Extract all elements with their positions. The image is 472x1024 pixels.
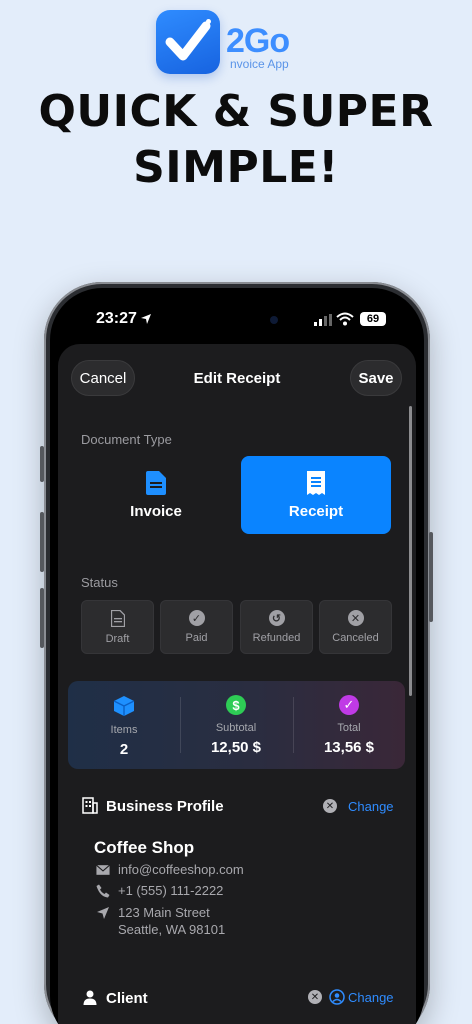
save-button[interactable]: Save <box>350 360 402 396</box>
clear-business-icon[interactable]: ✕ <box>323 799 337 813</box>
status-refunded[interactable]: ↺ Refunded <box>240 600 313 654</box>
business-profile-title: Business Profile <box>106 798 224 815</box>
subtotal-label: Subtotal <box>215 722 257 734</box>
status-draft[interactable]: Draft <box>81 600 154 654</box>
status-refunded-label: Refunded <box>252 632 301 644</box>
receipt-option-label: Receipt <box>288 502 344 520</box>
items-label: Items <box>110 724 138 736</box>
business-phone: +1 (555) 111-2222 <box>118 883 224 898</box>
phone-screen: 23:27 69 Cancel Edit Receipt Save Docume… <box>50 288 424 1024</box>
status-draft-label: Draft <box>105 632 130 645</box>
app-logo: 2Go nvoice App <box>156 10 326 76</box>
receipt-icon <box>307 470 325 495</box>
dollar-icon: $ <box>226 695 246 715</box>
headline-line-2: SIMPLE! <box>133 142 339 193</box>
logo-subtitle: nvoice App <box>230 57 289 71</box>
business-email: info@coffeeshop.com <box>118 862 244 877</box>
person-icon <box>83 990 97 1005</box>
status-canceled[interactable]: ✕ Canceled <box>319 600 392 654</box>
box-icon <box>113 696 135 716</box>
location-arrow-icon <box>141 314 151 324</box>
items-count: 2 <box>119 741 129 758</box>
status-paid-label: Paid <box>185 632 208 644</box>
invoice-option-label: Invoice <box>130 502 182 520</box>
headline-line-1: QUICK & SUPER <box>38 86 434 137</box>
summary-subtotal: $ Subtotal 12,50 $ <box>180 681 292 769</box>
wifi-icon <box>336 312 354 326</box>
camera-dot <box>270 316 278 324</box>
business-address-line-2: Seattle, WA 98101 <box>118 922 226 937</box>
phone-mute-button <box>40 446 44 482</box>
status-canceled-label: Canceled <box>332 632 379 644</box>
checkmark-icon: ✓ <box>188 610 205 626</box>
cancel-icon: ✕ <box>347 610 364 626</box>
document-type-label: Document Type <box>81 432 172 447</box>
total-label: Total <box>337 722 361 734</box>
client-change-link[interactable]: Change <box>348 990 394 1005</box>
status-time: 23:27 <box>96 310 137 327</box>
status-label: Status <box>81 575 118 590</box>
status-paid[interactable]: ✓ Paid <box>160 600 233 654</box>
edit-receipt-sheet: Cancel Edit Receipt Save Document Type I… <box>58 344 416 1024</box>
clear-client-icon[interactable]: ✕ <box>308 990 322 1004</box>
document-icon <box>146 470 166 495</box>
envelope-icon <box>96 864 110 875</box>
logo-wordmark: 2Go <box>226 22 290 60</box>
battery-indicator: 69 <box>360 312 386 326</box>
cellular-signal-icon <box>314 314 332 326</box>
business-change-link[interactable]: Change <box>348 799 394 814</box>
checkmark-seal-icon: ✓ <box>339 695 359 715</box>
summary-card: Items 2 $ Subtotal 12,50 $ ✓ Total 13,56… <box>68 681 405 769</box>
checkmark-logo-icon <box>156 10 220 74</box>
client-title: Client <box>106 990 148 1007</box>
phone-volume-down-button <box>40 588 44 648</box>
refund-icon: ↺ <box>268 610 285 626</box>
building-icon <box>82 797 98 814</box>
summary-items: Items 2 <box>68 681 180 769</box>
phone-power-button <box>429 532 433 622</box>
summary-total: ✓ Total 13,56 $ <box>293 681 405 769</box>
person-circle-icon[interactable] <box>329 989 345 1005</box>
scrollbar[interactable] <box>409 406 412 696</box>
business-address-line-1: 123 Main Street <box>118 905 210 920</box>
status-bar: 23:27 69 <box>50 288 424 344</box>
document-type-invoice[interactable]: Invoice <box>81 456 231 534</box>
subtotal-value: 12,50 $ <box>210 739 262 756</box>
phone-icon <box>96 884 110 898</box>
document-type-receipt[interactable]: Receipt <box>241 456 391 534</box>
total-value: 13,56 $ <box>323 739 375 756</box>
draft-icon <box>110 609 125 627</box>
business-name: Coffee Shop <box>94 838 195 857</box>
phone-volume-up-button <box>40 512 44 572</box>
location-arrow-icon <box>97 907 109 919</box>
